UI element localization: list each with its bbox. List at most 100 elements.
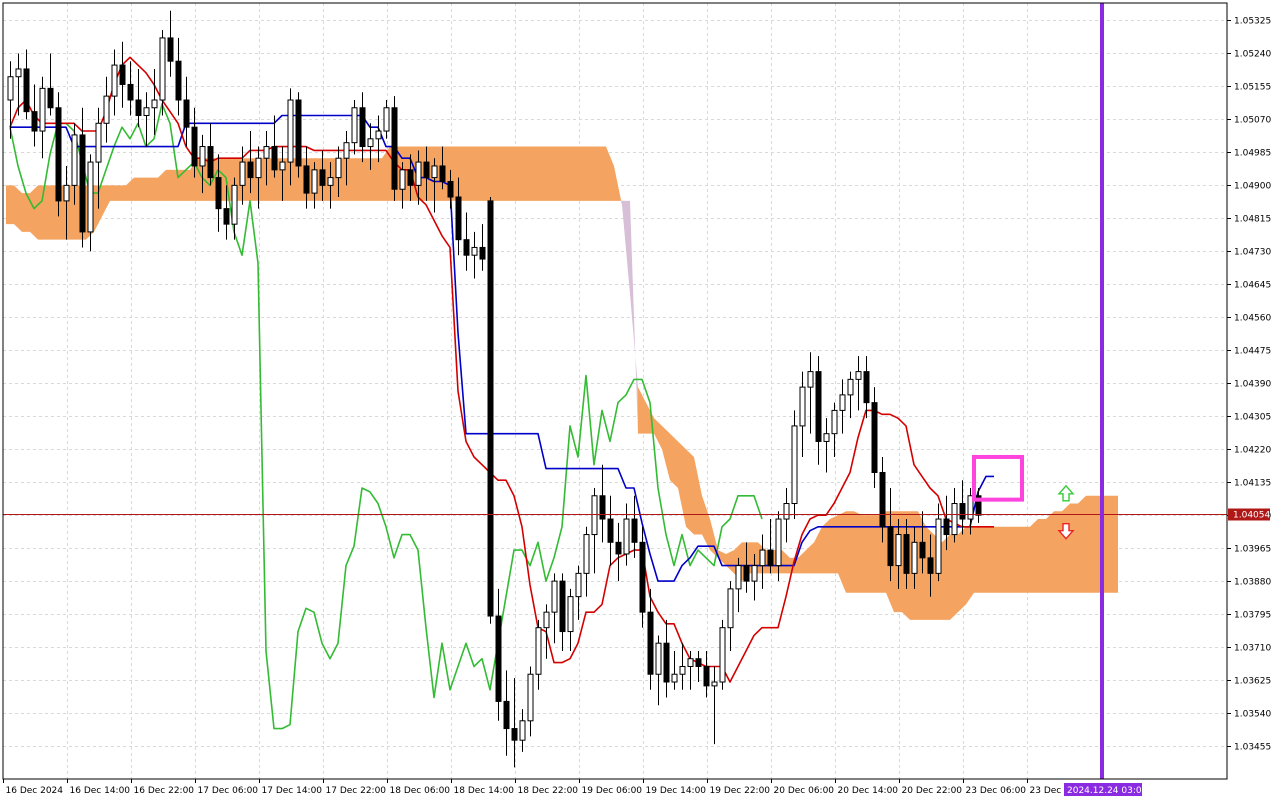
candle-body <box>863 371 870 404</box>
y-tick-label: 1.05070 <box>1234 116 1271 126</box>
candle-body <box>727 588 734 629</box>
candle-body <box>511 728 518 741</box>
candle-body <box>407 169 414 186</box>
current-price-label: 1.04054 <box>1233 511 1270 521</box>
x-tick-label: 20 Dec 06:00 <box>774 786 835 796</box>
candle-body <box>927 557 934 574</box>
candle-body <box>111 64 118 97</box>
x-tick-label: 19 Dec 06:00 <box>582 786 643 796</box>
x-tick-label: 17 Dec 14:00 <box>262 786 323 796</box>
candle-body <box>799 386 806 427</box>
y-tick-label: 1.03965 <box>1234 545 1271 555</box>
kumo-segment <box>150 177 158 201</box>
candle-body <box>383 107 390 132</box>
x-tick-label: 16 Dec 2024 <box>6 786 64 796</box>
y-tick-label: 1.04815 <box>1234 215 1271 225</box>
x-tick-label: 17 Dec 22:00 <box>326 786 387 796</box>
candle-body <box>607 518 614 543</box>
kumo-segment <box>670 433 678 488</box>
kumo-segment <box>182 169 190 201</box>
candle-body <box>327 177 334 186</box>
price-chart[interactable]: 1.05325 1.05240 1.05155 1.05070 1.04985 1.049… <box>0 0 1280 800</box>
candle-body <box>695 658 702 667</box>
kumo-segment <box>598 146 606 201</box>
kumo-segment <box>110 185 118 201</box>
candle-body <box>631 518 638 543</box>
y-tick-label: 1.03540 <box>1234 710 1271 720</box>
kumo-segment <box>1070 503 1078 593</box>
x-tick-label: 16 Dec 14:00 <box>70 786 131 796</box>
kumo-segment <box>854 511 862 593</box>
kumo-segment <box>1078 495 1086 593</box>
kumo-segment <box>30 185 38 240</box>
candle-body <box>151 99 158 109</box>
y-tick-label: 1.04985 <box>1234 149 1271 159</box>
kumo-segment <box>998 526 1006 593</box>
y-tick-label: 1.05325 <box>1234 17 1271 27</box>
candle-body <box>951 503 958 536</box>
x-tick-label: 23 Dec 06:00 <box>966 786 1027 796</box>
kumo-segment <box>958 526 966 613</box>
kumo-segment <box>470 146 478 201</box>
y-tick-label: 1.03455 <box>1234 743 1271 753</box>
candle-body <box>855 371 862 380</box>
candle-body <box>559 580 566 633</box>
candle-body <box>823 433 830 442</box>
y-tick-label: 1.03795 <box>1234 611 1271 621</box>
kumo-segment <box>982 526 990 593</box>
candle-body <box>487 200 494 617</box>
x-tick-label: 20 Dec 22:00 <box>902 786 963 796</box>
candle-body <box>623 518 630 555</box>
kumo-segment <box>494 146 502 201</box>
x-tick-label: 18 Dec 22:00 <box>518 786 579 796</box>
candle-body <box>71 134 78 186</box>
kumo-segment <box>14 185 22 232</box>
candle-body <box>831 409 838 435</box>
kumo-segment <box>686 449 694 535</box>
candle-body <box>919 541 926 559</box>
y-tick-label: 1.04305 <box>1234 413 1271 423</box>
candle-body <box>735 565 742 590</box>
candle-body <box>783 503 790 520</box>
candle-body <box>447 180 454 198</box>
candle-body <box>647 611 654 675</box>
kumo-segment <box>518 146 526 201</box>
candle-body <box>127 83 134 101</box>
candle-body <box>287 99 294 163</box>
y-tick-label: 1.04730 <box>1234 248 1271 258</box>
candle-body <box>847 378 854 396</box>
kumo-segment <box>1054 511 1062 593</box>
candle-body <box>63 184 70 202</box>
y-tick-label: 1.04390 <box>1234 380 1271 390</box>
candle-body <box>471 246 478 256</box>
x-tick-label: 18 Dec 06:00 <box>390 786 451 796</box>
candle-body <box>567 596 574 633</box>
kumo-segment <box>526 146 534 201</box>
candle-body <box>455 196 462 241</box>
candle-body <box>519 720 526 741</box>
candle-body <box>39 87 46 132</box>
candle-body <box>767 549 774 567</box>
candle-body <box>503 700 510 730</box>
candle-body <box>815 371 822 442</box>
kumo-segment <box>462 146 470 201</box>
candle-body <box>775 518 782 567</box>
candle-body <box>375 130 382 140</box>
candle-body <box>495 615 502 702</box>
kumo-segment <box>1110 495 1118 593</box>
candle-body <box>295 99 302 167</box>
candle-body <box>343 142 350 159</box>
candle-body <box>423 161 430 179</box>
x-tick-label: 19 Dec 22:00 <box>710 786 771 796</box>
candle-body <box>143 107 150 117</box>
candle-body <box>351 107 358 144</box>
candle-body <box>399 169 406 190</box>
candle-body <box>759 549 766 567</box>
kumo-segment <box>374 158 382 201</box>
kumo-segment <box>550 146 558 201</box>
candle-body <box>303 165 310 194</box>
candle-body <box>439 165 446 182</box>
x-tick-label: 18 Dec 14:00 <box>454 786 515 796</box>
kumo-segment <box>142 177 150 201</box>
kumo-segment <box>478 146 486 201</box>
